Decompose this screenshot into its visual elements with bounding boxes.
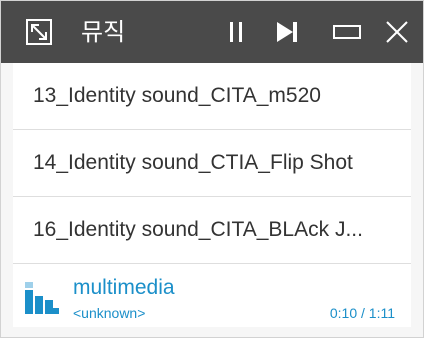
- playlist-item[interactable]: 14_Identity sound_CTIA_Flip Shot: [13, 130, 411, 197]
- playlist: 13_Identity sound_CITA_m520 14_Identity …: [13, 63, 411, 264]
- track-artist: <unknown>: [73, 305, 146, 321]
- track-time: 0:10 / 1:11: [329, 305, 395, 321]
- pause-icon[interactable]: [221, 1, 251, 63]
- now-playing-bar[interactable]: multimedia <unknown> 0:10 / 1:11: [13, 264, 411, 327]
- title-bar: 뮤직: [1, 1, 423, 63]
- minimize-icon[interactable]: [327, 1, 367, 63]
- expand-icon[interactable]: [19, 1, 59, 63]
- close-icon[interactable]: [379, 1, 415, 63]
- playlist-item[interactable]: 13_Identity sound_CITA_m520: [13, 63, 411, 130]
- music-widget: 뮤직 13_Identity sound_CITA_m520 14_Identi…: [0, 0, 424, 338]
- equalizer-icon: [25, 282, 59, 319]
- playlist-item[interactable]: 16_Identity sound_CITA_BLAck J...: [13, 197, 411, 264]
- app-title: 뮤직: [81, 18, 126, 46]
- track-title: multimedia: [73, 276, 175, 299]
- next-icon[interactable]: [269, 1, 305, 63]
